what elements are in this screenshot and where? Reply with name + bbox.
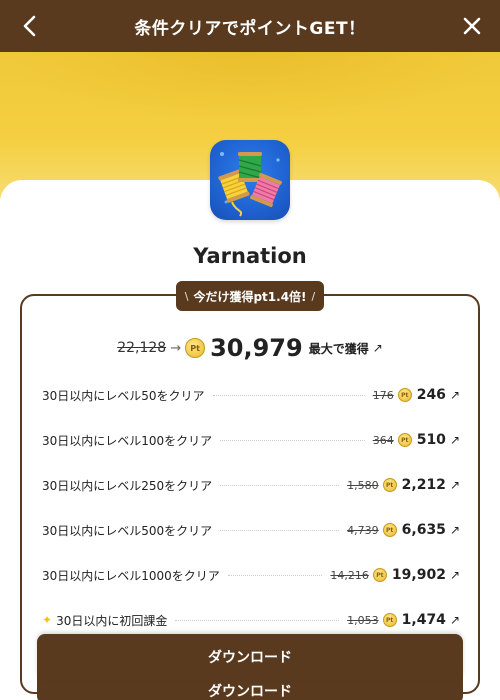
badge-left-tick: \ [184, 289, 189, 303]
task-old-points: 176 [372, 388, 394, 402]
chevron-left-icon [23, 15, 36, 37]
bonus-badge: \ 今だけ獲得pt1.4倍! / [176, 281, 324, 311]
close-icon [463, 17, 481, 35]
task-row[interactable]: ✦ 30日以内に初回課金 1,053 Pt 1,474 ↗ [42, 605, 460, 635]
dotted-leader [220, 439, 365, 441]
task-row[interactable]: 30日以内にレベル100をクリア 364 Pt 510 ↗ [42, 425, 460, 455]
task-label: 30日以内にレベル250をクリア [42, 478, 213, 493]
task-label: 30日以内にレベル100をクリア [42, 433, 213, 448]
task-old-points: 14,216 [330, 568, 369, 582]
total-suffix: 最大で獲得 [308, 341, 369, 356]
badge-text: 今だけ獲得pt1.4倍! [193, 289, 307, 304]
task-row[interactable]: 30日以内にレベル500をクリア 4,739 Pt 6,635 ↗ [42, 515, 460, 545]
external-link-icon[interactable]: ↗ [373, 341, 383, 355]
page-title: 条件クリアでポイントGET！ [134, 18, 366, 39]
task-points: 510 [416, 432, 446, 448]
task-row[interactable]: 30日以内にレベル1000をクリア 14,216 Pt 19,902 ↗ [42, 560, 460, 590]
point-coin-icon: Pt [372, 568, 387, 582]
total-new-value: 30,979 [210, 334, 303, 362]
close-button[interactable] [454, 8, 490, 44]
top-bar: 条件クリアでポイントGET！ [0, 0, 500, 52]
task-points: 246 [416, 387, 446, 403]
app-name: Yarnation [193, 244, 307, 268]
back-button[interactable] [12, 8, 48, 44]
point-coin-icon: Pt [397, 433, 412, 447]
task-points: 6,635 [401, 522, 446, 538]
task-points: 19,902 [391, 567, 446, 583]
point-coin-icon: Pt [185, 338, 206, 358]
app-icon[interactable] [210, 140, 290, 220]
point-coin-icon: Pt [382, 523, 397, 537]
external-link-icon: ↗ [449, 568, 460, 582]
arrow-right-icon: → [170, 340, 182, 356]
dotted-leader [175, 619, 340, 621]
external-link-icon: ↗ [449, 523, 460, 537]
sparkle-icon: ✦ [42, 613, 53, 627]
task-label: ✦ 30日以内に初回課金 [42, 612, 167, 629]
task-label: 30日以内にレベル1000をクリア [42, 568, 220, 583]
task-old-points: 1,053 [347, 613, 379, 627]
task-row[interactable]: 30日以内にレベル250をクリア 1,580 Pt 2,212 ↗ [42, 470, 460, 500]
yarn-spools-icon [218, 152, 282, 217]
download-button[interactable]: ダウンロード [37, 634, 463, 680]
task-old-points: 1,580 [347, 478, 379, 492]
dotted-leader [212, 394, 365, 396]
hero-shadow [0, 52, 500, 122]
task-label: 30日以内にレベル50をクリア [42, 388, 205, 403]
download-underlay-label: ダウンロード [208, 684, 292, 700]
external-link-icon: ↗ [449, 433, 460, 447]
task-old-points: 4,739 [347, 523, 379, 537]
point-coin-icon: Pt [397, 388, 412, 402]
dotted-leader [220, 484, 340, 486]
point-coin-icon: Pt [382, 613, 397, 627]
dotted-leader [227, 574, 323, 576]
task-points: 2,212 [401, 477, 446, 493]
task-row[interactable]: 30日以内にレベル50をクリア 176 Pt 246 ↗ [42, 380, 460, 410]
external-link-icon: ↗ [449, 478, 460, 492]
badge-right-tick: / [311, 289, 316, 303]
dotted-leader [220, 529, 340, 531]
task-points: 1,474 [401, 612, 446, 628]
point-coin-icon: Pt [382, 478, 397, 492]
task-label-text: 30日以内に初回課金 [56, 613, 168, 628]
task-label: 30日以内にレベル500をクリア [42, 523, 213, 538]
external-link-icon: ↗ [449, 613, 460, 627]
task-old-points: 364 [372, 433, 394, 447]
total-old-value: 22,128 [117, 340, 167, 356]
total-points: 22,128 → Pt 30,979 最大で獲得 ↗ [0, 334, 500, 362]
external-link-icon: ↗ [449, 388, 460, 402]
